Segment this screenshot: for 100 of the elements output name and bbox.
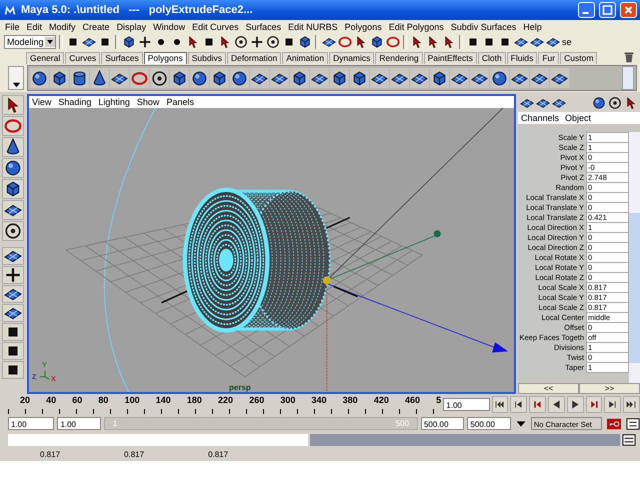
sphere-icon[interactable] xyxy=(191,70,208,86)
shelf-tab[interactable]: Custom xyxy=(560,52,598,64)
sphere-icon[interactable] xyxy=(491,70,508,86)
key-icon[interactable] xyxy=(605,416,623,430)
channel-box-menu-item[interactable]: Channels xyxy=(521,113,560,123)
cube-icon[interactable] xyxy=(51,70,68,86)
arrow-icon[interactable] xyxy=(186,35,200,49)
cube-icon[interactable] xyxy=(331,70,348,86)
cone-icon[interactable] xyxy=(91,70,108,86)
shelf-tab[interactable]: Animation xyxy=(282,52,328,64)
ring-icon[interactable] xyxy=(338,35,352,49)
cube-icon[interactable] xyxy=(351,70,368,86)
menu-item[interactable]: Edit Curves xyxy=(192,22,239,32)
shelf-tab[interactable]: Rendering xyxy=(375,52,423,64)
current-time-field[interactable]: 1.00 xyxy=(443,398,490,411)
start-time-field[interactable]: 1.00 xyxy=(8,417,54,430)
script-editor-icon[interactable] xyxy=(622,432,636,446)
cube-icon[interactable] xyxy=(122,35,136,49)
menu-item[interactable]: Edit NURBS xyxy=(288,22,338,32)
close-button[interactable] xyxy=(620,2,637,18)
arrow-icon[interactable] xyxy=(410,35,424,49)
shelf-tab[interactable]: Cloth xyxy=(478,52,506,64)
sphere-icon[interactable] xyxy=(231,70,248,86)
sphere-icon[interactable] xyxy=(592,96,606,110)
menu-item[interactable]: Modify xyxy=(49,22,76,32)
ring-icon[interactable] xyxy=(386,35,400,49)
play-forward-button[interactable] xyxy=(566,396,584,413)
cross-icon[interactable] xyxy=(250,35,264,49)
plane-icon[interactable] xyxy=(514,35,528,49)
shelf-tab[interactable]: Dynamics xyxy=(329,52,374,64)
arrow-icon[interactable] xyxy=(354,35,368,49)
target-icon[interactable] xyxy=(266,35,280,49)
arrow-icon[interactable] xyxy=(218,35,232,49)
shelf-tab[interactable]: Deformation xyxy=(226,52,282,64)
channel-box-button[interactable]: >> xyxy=(579,383,640,394)
trash-icon[interactable] xyxy=(622,50,636,64)
menu-set-dropdown[interactable]: Modeling xyxy=(4,35,56,49)
cylinder-icon[interactable] xyxy=(71,70,88,86)
menu-item[interactable]: Display xyxy=(116,22,146,32)
menu-item[interactable]: Subdiv Surfaces xyxy=(450,22,516,32)
channel-box-menu-item[interactable]: Object xyxy=(565,113,592,123)
panel-menu-item[interactable]: Show xyxy=(136,97,160,107)
panel-menu-item[interactable]: Lighting xyxy=(98,97,130,107)
ring-icon[interactable] xyxy=(131,70,148,86)
minimize-button[interactable] xyxy=(578,2,595,18)
sphere-icon[interactable] xyxy=(4,159,22,177)
panel-menu-item[interactable]: View xyxy=(32,97,52,107)
shelf-scroll-bar[interactable] xyxy=(622,66,634,90)
menu-item[interactable]: Edit Polygons xyxy=(388,22,444,32)
shelf-tab[interactable]: Fur xyxy=(538,52,560,64)
step-back-button[interactable] xyxy=(510,396,528,413)
menu-item[interactable]: Create xyxy=(82,22,110,32)
arrow-icon[interactable] xyxy=(624,96,638,110)
scroll-bar[interactable] xyxy=(629,132,640,383)
shelf-tab[interactable]: Polygons xyxy=(144,52,187,64)
target-icon[interactable] xyxy=(4,222,22,240)
step-forward-key-button[interactable] xyxy=(586,396,602,413)
range-end-field[interactable]: 500.00 xyxy=(420,417,464,430)
time-ruler[interactable]: 20 40 60 80 100 140 180 220 260 300 340 380 420 460 5 xyxy=(8,395,442,414)
step-forward-button[interactable] xyxy=(604,396,622,413)
skip-to-start-button[interactable] xyxy=(492,396,508,413)
plane-icon[interactable] xyxy=(322,35,336,49)
shelf-tab[interactable]: Surfaces xyxy=(101,52,143,64)
target-icon[interactable] xyxy=(151,70,168,86)
menu-item[interactable]: File xyxy=(5,22,20,32)
range-start-field[interactable]: 1.00 xyxy=(57,417,101,430)
menu-item[interactable]: Window xyxy=(153,22,186,32)
cube-icon[interactable] xyxy=(298,35,312,49)
shelf-tab[interactable]: Curves xyxy=(65,52,100,64)
panel-menu-item[interactable]: Panels xyxy=(166,97,194,107)
menu-item[interactable]: Polygons xyxy=(344,22,382,32)
step-back-key-button[interactable] xyxy=(529,396,546,413)
end-time-field[interactable]: 500.00 xyxy=(467,417,511,430)
plane-icon[interactable] xyxy=(536,96,550,110)
plane-icon[interactable] xyxy=(530,35,544,49)
plane-icon[interactable] xyxy=(552,96,566,110)
shelf-tab[interactable]: PaintEffects xyxy=(424,52,477,64)
menu-item[interactable]: Surfaces xyxy=(246,22,282,32)
play-backward-button[interactable] xyxy=(548,396,565,413)
sphere-icon[interactable] xyxy=(31,70,48,86)
menu-item[interactable]: Help xyxy=(523,22,542,32)
target-icon[interactable] xyxy=(608,96,622,110)
panel-menu-item[interactable]: Shading xyxy=(58,97,92,107)
cross-icon[interactable] xyxy=(138,35,152,49)
shelf-tab[interactable]: Subdivs xyxy=(188,52,226,64)
cube-icon[interactable] xyxy=(431,70,448,86)
shelf-tab[interactable]: General xyxy=(26,52,64,64)
cube-icon[interactable] xyxy=(171,70,188,86)
plane-icon[interactable] xyxy=(82,35,96,49)
ring-icon[interactable] xyxy=(4,117,22,135)
arrow-icon[interactable] xyxy=(442,35,456,49)
maximize-button[interactable] xyxy=(599,2,616,18)
plane-icon[interactable] xyxy=(520,96,534,110)
channel-box-button[interactable]: << xyxy=(518,383,579,394)
plane-icon[interactable] xyxy=(546,35,560,49)
menu-item[interactable]: Edit xyxy=(26,22,42,32)
target-icon[interactable] xyxy=(234,35,248,49)
cube-icon[interactable] xyxy=(291,70,308,86)
skip-to-end-button[interactable] xyxy=(623,396,640,413)
shelf-menu-button[interactable] xyxy=(8,66,24,90)
